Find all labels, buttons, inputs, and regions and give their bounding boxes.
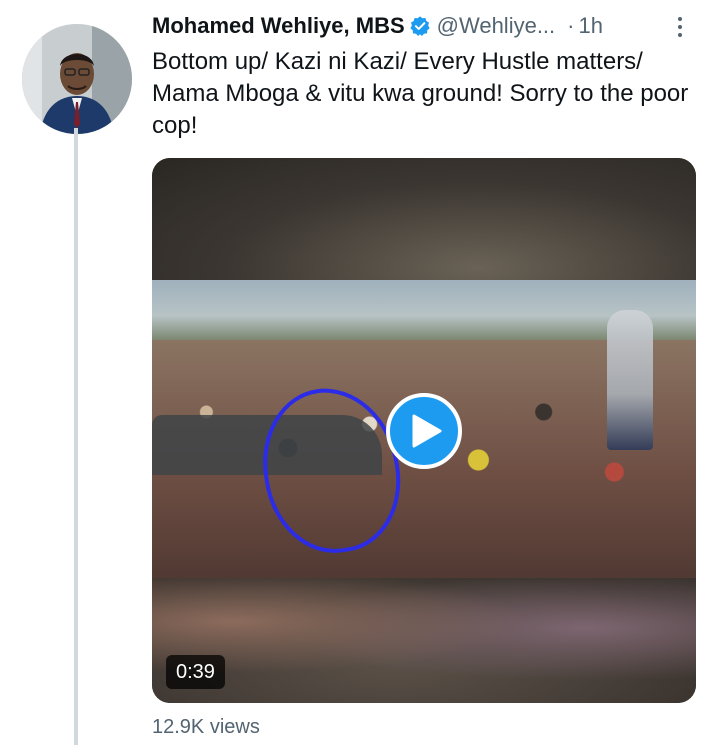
avatar[interactable] [22,24,132,134]
avatar-photo [22,24,132,134]
tweet-text: Bottom up/ Kazi ni Kazi/ Every Hustle ma… [152,48,689,139]
tweet[interactable]: Mohamed Wehliye, MBS @Wehliye... · 1h Bo… [0,0,720,745]
video-player[interactable]: 0:39 [152,158,696,703]
video-blur-top [152,158,696,280]
display-name[interactable]: Mohamed Wehliye, MBS [152,13,405,39]
separator-dot: · [567,13,575,38]
more-options-icon[interactable] [666,12,694,42]
tweet-header: Mohamed Wehliye, MBS @Wehliye... · 1h [152,8,702,44]
play-icon[interactable] [386,393,462,469]
speaker-figure [607,310,653,450]
handle[interactable]: @Wehliye... [437,13,556,39]
avatar-column [22,24,132,134]
verified-badge-icon [409,15,431,37]
thread-line [74,128,78,745]
tweet-content: Mohamed Wehliye, MBS @Wehliye... · 1h Bo… [152,8,702,738]
video-duration: 0:39 [166,655,225,689]
video-blur-bottom [152,578,696,703]
timestamp[interactable]: 1h [579,13,603,39]
view-count[interactable]: 12.9K views [152,716,260,739]
